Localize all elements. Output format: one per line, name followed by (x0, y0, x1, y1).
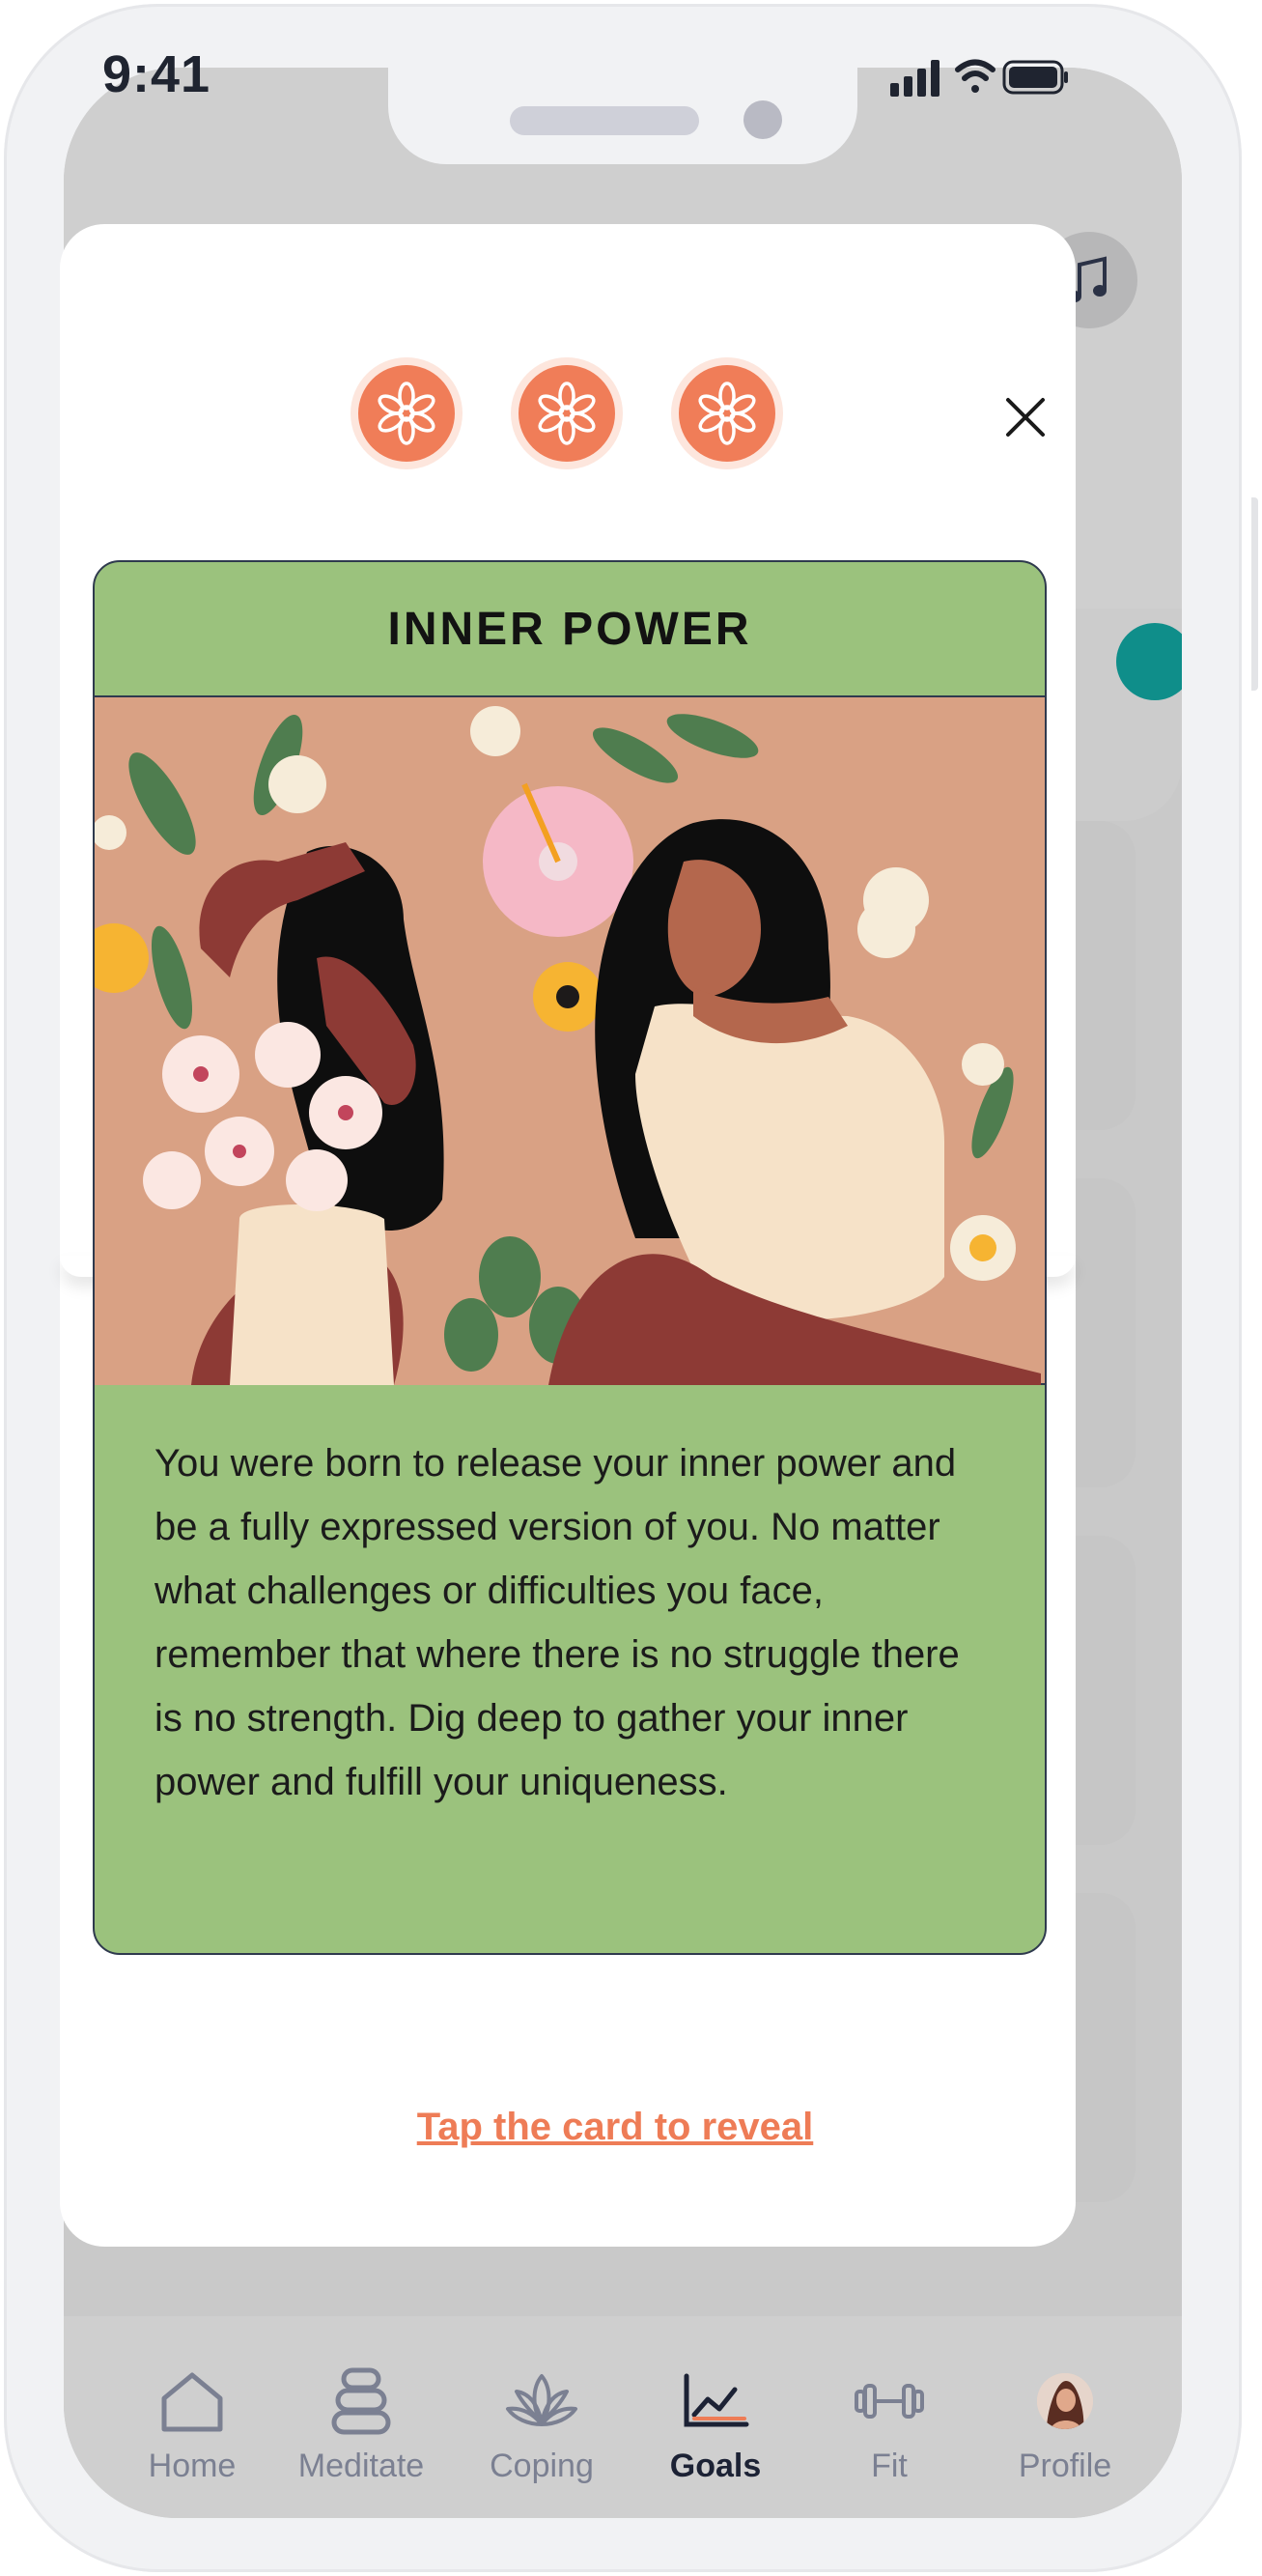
draw-token[interactable] (511, 357, 623, 469)
stones-icon (331, 2367, 391, 2435)
tab-fit[interactable]: Fit (807, 2364, 971, 2485)
card-illustration (95, 695, 1045, 1385)
mandala-token-icon (378, 382, 435, 445)
avatar (1037, 2373, 1093, 2429)
close-button[interactable] (998, 390, 1052, 444)
lotus-icon (506, 2374, 577, 2426)
tab-meditate[interactable]: Meditate (279, 2364, 443, 2485)
tab-profile[interactable]: Profile (983, 2364, 1147, 2485)
mandala-token-icon (698, 382, 756, 445)
battery-icon (1002, 60, 1068, 95)
draw-tokens (351, 357, 783, 469)
card-body-text: You were born to release your inner powe… (154, 1442, 960, 1803)
two-women-among-flowers-illustration (95, 697, 1041, 1385)
status-time: 9:41 (102, 45, 211, 103)
tab-goals[interactable]: Goals (633, 2364, 798, 2485)
tab-label: Profile (1018, 2448, 1112, 2484)
dumbbell-icon (855, 2384, 924, 2419)
tab-home[interactable]: Home (110, 2364, 274, 2485)
draw-token[interactable] (351, 357, 463, 469)
camera (743, 100, 782, 139)
tab-coping[interactable]: Coping (460, 2364, 624, 2485)
draw-token[interactable] (671, 357, 783, 469)
tap-to-reveal-link[interactable]: Tap the card to reveal (0, 2106, 1230, 2149)
chart-icon (684, 2373, 749, 2427)
tab-label: Fit (871, 2448, 908, 2484)
mandala-token-icon (538, 382, 596, 445)
wifi-icon (955, 59, 996, 93)
home-icon (161, 2372, 223, 2432)
close-icon (1006, 398, 1045, 437)
notch (388, 68, 857, 164)
side-button (1251, 497, 1258, 691)
speaker (510, 106, 699, 135)
tab-label: Home (148, 2448, 237, 2484)
status-icons (890, 59, 1068, 97)
tab-label: Goals (669, 2448, 762, 2484)
card-title: INNER POWER (387, 603, 752, 655)
tab-label: Coping (490, 2448, 594, 2484)
tab-label: Meditate (297, 2448, 425, 2484)
affirmation-card[interactable]: INNER POWER You were born to release you… (93, 560, 1047, 1955)
signal-icon (890, 60, 939, 97)
